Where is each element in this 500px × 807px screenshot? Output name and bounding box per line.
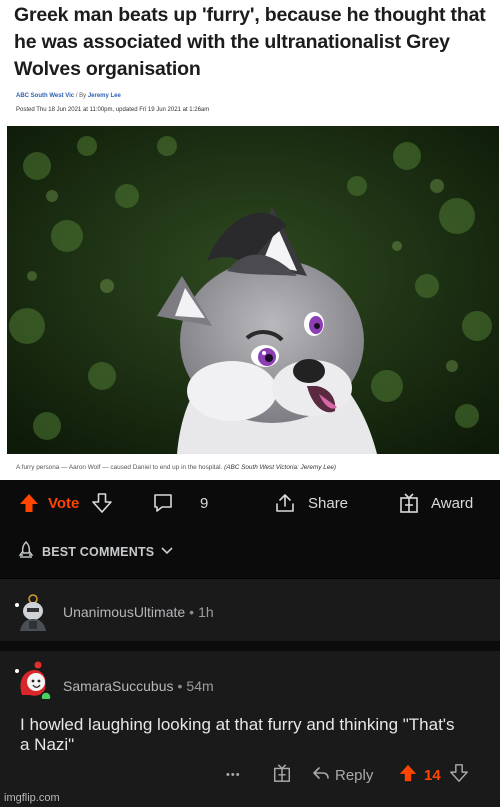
reply-button[interactable]: Reply	[311, 761, 373, 789]
comments-button[interactable]: 9	[152, 480, 208, 526]
downvote-icon[interactable]	[91, 492, 113, 514]
vote-control: Vote	[18, 480, 113, 526]
award-gift-icon	[272, 763, 292, 787]
chevron-down-icon	[160, 543, 174, 562]
comment-count: 9	[200, 494, 209, 512]
comment-gap	[0, 641, 500, 651]
comment-score: 14	[424, 766, 441, 784]
comment-age: 1h	[198, 604, 214, 620]
avatar[interactable]	[14, 661, 52, 703]
article-headline: Greek man beats up 'furry', because he t…	[14, 4, 486, 80]
meta-separator: •	[177, 678, 183, 694]
news-article-screenshot: Greek man beats up 'furry', because he t…	[0, 0, 500, 480]
share-label: Share	[308, 494, 349, 512]
comment-vote-control: 14	[398, 761, 469, 789]
comment-age: 54m	[186, 678, 214, 694]
sort-label: BEST COMMENTS	[42, 545, 155, 559]
comment-meta: UnanimousUltimate • 1h	[63, 604, 214, 620]
byline-separator: / By	[75, 93, 87, 99]
more-options-icon: •••	[226, 769, 241, 781]
award-label: Award	[431, 494, 474, 512]
comment-actions: ••• Reply 14	[0, 761, 500, 789]
award-gift-icon	[398, 492, 420, 514]
caption-text: A furry persona — Aaron Wolf — caused Da…	[16, 464, 223, 471]
meta-separator: •	[189, 604, 195, 620]
award-comment-button[interactable]	[272, 761, 292, 789]
award-button[interactable]: Award	[398, 480, 473, 526]
comment-body: I howled laughing looking at that furry …	[20, 715, 455, 754]
downvote-icon[interactable]	[449, 763, 469, 787]
reply-arrow-icon	[311, 763, 331, 787]
caption-credit: (ABC South West Victoria: Jeremy Lee)	[224, 464, 337, 471]
rocket-icon	[16, 540, 36, 565]
comment-bubble-icon	[152, 492, 174, 514]
share-icon	[274, 492, 296, 514]
reply-label: Reply	[335, 766, 374, 784]
avatar[interactable]	[14, 593, 52, 631]
comment-sort-selector[interactable]: BEST COMMENTS	[0, 526, 500, 578]
comment: SamaraSuccubus • 54m I howled laughing loo…	[0, 651, 500, 807]
article-source[interactable]: ABC South West Vic	[16, 93, 74, 99]
vote-label: Vote	[48, 494, 80, 512]
comment-meta: SamaraSuccubus • 54m	[63, 678, 214, 694]
upvote-icon[interactable]	[18, 492, 40, 514]
article-posted-date: Posted Thu 18 Jun 2021 at 11:00pm, updat…	[16, 107, 210, 113]
article-author[interactable]: Jeremy Lee	[88, 93, 121, 99]
post-action-bar: Vote 9 Share Award	[0, 480, 500, 526]
photo-caption: A furry persona — Aaron Wolf — caused Da…	[16, 464, 336, 471]
article-photo	[7, 126, 499, 454]
upvote-icon[interactable]	[398, 763, 418, 787]
username[interactable]: SamaraSuccubus	[63, 678, 174, 694]
article-byline: ABC South West Vic / By Jeremy Lee	[16, 93, 121, 99]
username[interactable]: UnanimousUltimate	[63, 604, 185, 620]
comment-collapsed[interactable]: UnanimousUltimate • 1h	[0, 579, 500, 641]
more-options-button[interactable]: •••	[226, 761, 241, 789]
imgflip-watermark: imgflip.com	[4, 792, 60, 804]
share-button[interactable]: Share	[274, 480, 348, 526]
